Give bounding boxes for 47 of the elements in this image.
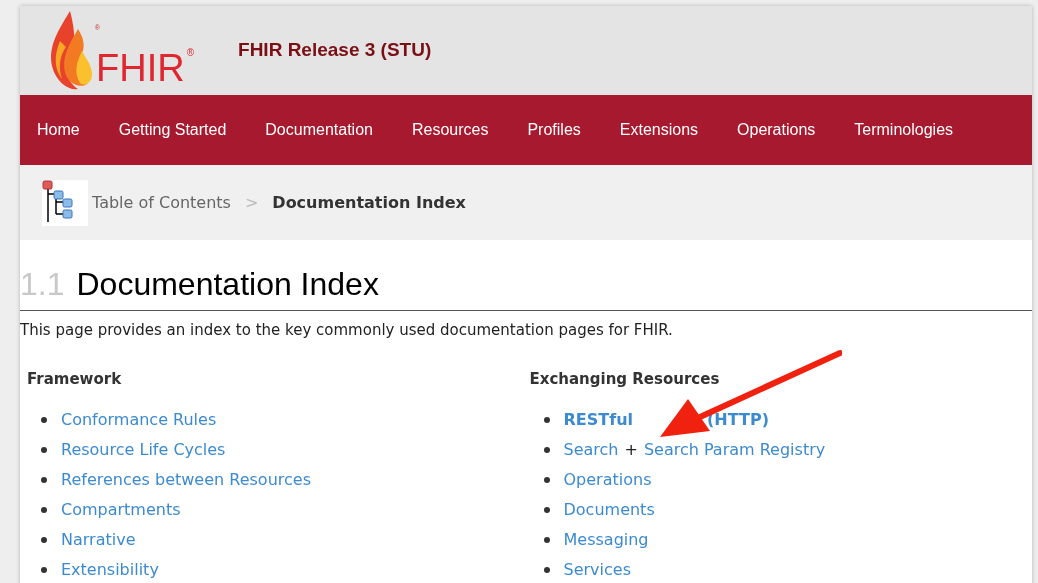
bullet-icon — [41, 537, 47, 543]
nav-link[interactable]: Documentation — [265, 118, 373, 142]
bullet-icon — [543, 447, 550, 453]
bullet-icon — [543, 507, 550, 513]
bullet-icon — [41, 567, 47, 573]
nav-link[interactable]: Profiles — [527, 118, 581, 142]
link[interactable]: Resource Life Cycles — [61, 438, 226, 462]
bullet-icon — [41, 417, 47, 423]
page-heading: Documentation Index — [76, 265, 379, 304]
link[interactable]: Compartments — [61, 498, 181, 522]
bullet-icon — [543, 477, 550, 483]
breadcrumb-current: Documentation Index — [272, 191, 466, 214]
column-title: Exchanging Resources — [529, 368, 721, 390]
link[interactable]: Conformance Rules — [61, 408, 217, 432]
link[interactable]: Search — [563, 438, 619, 462]
intro-text: This page provides an index to the key commonly used documentation pages for FHIR. — [20, 320, 674, 341]
tree-icon — [42, 179, 88, 226]
link[interactable]: Services — [563, 558, 631, 582]
link[interactable]: Messaging — [563, 528, 649, 552]
link[interactable]: Documents — [563, 498, 655, 522]
bullet-icon — [543, 567, 550, 573]
nav-link[interactable]: Getting Started — [118, 118, 227, 142]
link[interactable]: Narrative — [61, 528, 136, 552]
logo-text: FHIR — [96, 48, 185, 87]
bullet-icon — [41, 447, 47, 453]
bullet-icon — [543, 537, 550, 543]
bullet-icon — [543, 417, 550, 423]
link[interactable]: Operations — [563, 468, 652, 492]
registered-mark: ® — [186, 45, 195, 60]
column-title: Framework — [27, 368, 123, 390]
nav-link[interactable]: Home — [37, 118, 80, 142]
link[interactable]: Search Param Registry — [643, 438, 826, 462]
plus-sign: + — [624, 439, 638, 461]
site-title: FHIR Release 3 (STU) — [238, 38, 432, 63]
nav-link[interactable]: Extensions — [619, 118, 699, 142]
nav-link[interactable]: Terminologies — [854, 118, 954, 142]
link[interactable]: (HTTP) — [707, 408, 769, 432]
link[interactable]: Extensibility — [61, 558, 159, 582]
link[interactable]: References between Resources — [61, 468, 311, 492]
breadcrumb-separator: > — [244, 191, 259, 214]
bullet-icon — [41, 507, 47, 513]
breadcrumb-link[interactable]: Table of Contents — [92, 190, 231, 215]
nav-link[interactable]: Resources — [411, 118, 489, 142]
link[interactable]: RESTful — [563, 408, 634, 432]
bullet-icon — [41, 477, 47, 483]
flame-icon — [48, 10, 94, 91]
nav-link[interactable]: Operations — [737, 118, 816, 142]
